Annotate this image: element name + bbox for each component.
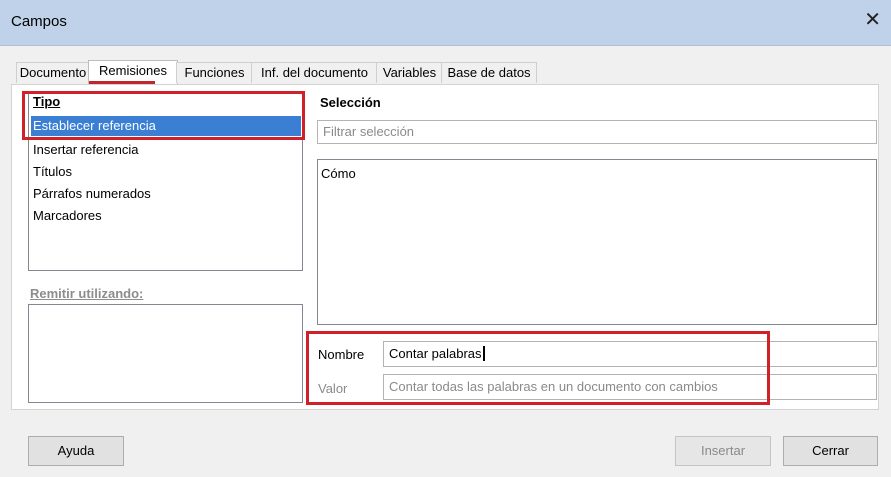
list-item-parrafos-numerados[interactable]: Párrafos numerados <box>31 184 301 204</box>
highlight-box-type <box>22 91 305 140</box>
selection-title: Selección <box>320 95 381 110</box>
list-item-como[interactable]: Cómo <box>321 166 356 181</box>
tab-variables[interactable]: Variables <box>376 62 443 83</box>
list-item-insertar-referencia[interactable]: Insertar referencia <box>31 140 301 160</box>
insert-button[interactable]: Insertar <box>675 436 771 466</box>
remit-label: Remitir utilizando: <box>30 286 144 301</box>
list-item-marcadores[interactable]: Marcadores <box>31 206 301 226</box>
remit-listbox[interactable] <box>28 304 303 403</box>
filter-input[interactable]: Filtrar selección <box>317 120 877 144</box>
close-button[interactable]: Cerrar <box>783 436 878 466</box>
tab-funciones[interactable]: Funciones <box>176 62 253 83</box>
tab-base-de-datos[interactable]: Base de datos <box>441 62 537 83</box>
tab-inf-documento[interactable]: Inf. del documento <box>251 62 378 83</box>
close-icon[interactable]: ✕ <box>864 8 881 32</box>
tab-documento[interactable]: Documento <box>16 62 90 83</box>
title-bar: Campos ✕ <box>0 0 891 46</box>
selection-listbox[interactable]: Cómo <box>317 159 877 325</box>
window-title: Campos <box>11 13 67 30</box>
highlight-box-fields <box>306 331 770 405</box>
help-button[interactable]: Ayuda <box>28 436 124 466</box>
list-item-titulos[interactable]: Títulos <box>31 162 301 182</box>
